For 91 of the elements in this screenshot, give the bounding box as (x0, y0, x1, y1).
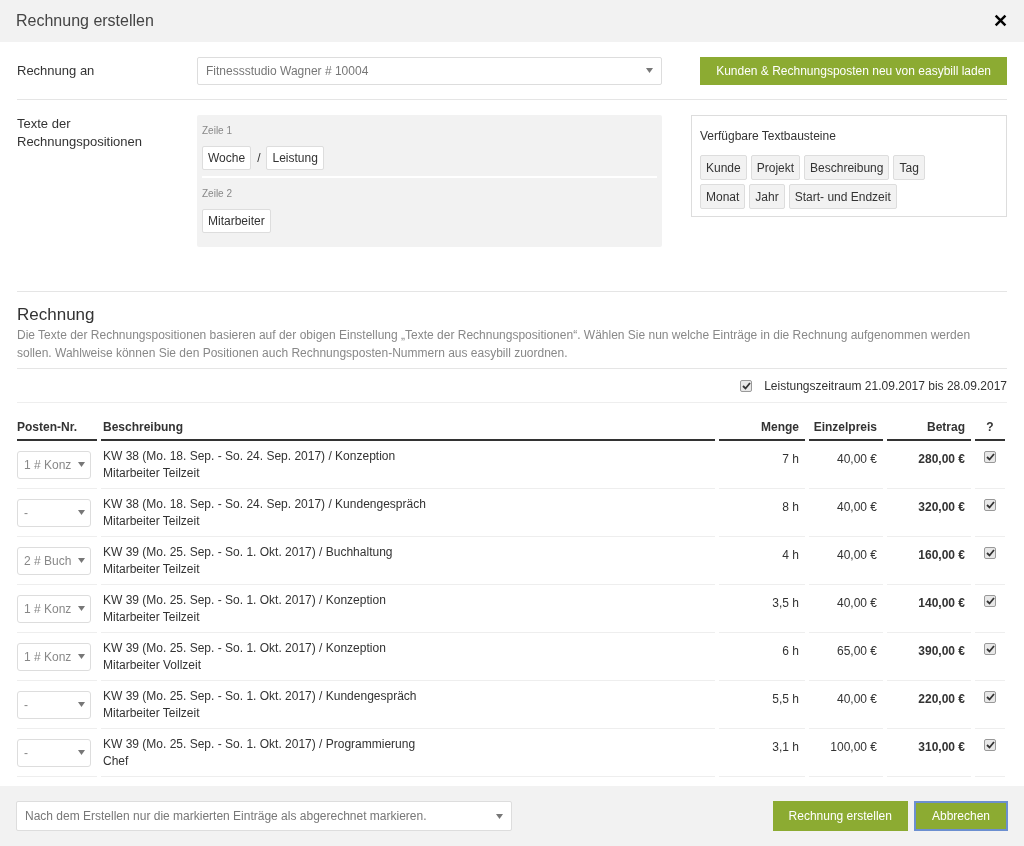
quantity-cell-text: 4 h (782, 547, 799, 564)
item-select[interactable]: 1 # Konz (17, 450, 91, 479)
panel-title: Verfügbare Textbausteine (700, 128, 837, 145)
caret-icon (496, 813, 503, 819)
caret-icon (78, 462, 85, 467)
column-header: Einzelpreis (809, 415, 883, 441)
item-select[interactable]: 2 # Buch (17, 546, 91, 575)
item-select[interactable]: - (17, 690, 91, 719)
caret-icon (646, 68, 653, 73)
caret-icon (78, 702, 85, 707)
amount-cell-text: 220,00 € (918, 691, 965, 708)
description-text: KW 39 (Mo. 25. Sep. - So. 1. Okt. 2017) / Programmierung (103, 735, 417, 753)
price-cell-text: 40,00 € (836, 547, 877, 564)
column-header: Betrag (887, 415, 971, 441)
close-button[interactable]: ✕ (993, 7, 1008, 35)
checkbox[interactable] (984, 643, 996, 655)
description-text: KW 38 (Mo. 18. Sep. - So. 24. Sep. 2017) / Kundengespräch (103, 495, 427, 513)
checkbox[interactable] (984, 739, 996, 751)
cancel-button[interactable]: Abbrechen (913, 801, 1008, 831)
quantity-cell-text: 7 h (782, 451, 799, 468)
checkbox[interactable] (984, 691, 996, 703)
column-header: Posten-Nr. (17, 415, 97, 441)
price-cell-text: 40,00 € (836, 451, 877, 468)
text-token[interactable]: Mitarbeiter (202, 209, 271, 233)
text-token[interactable]: Start- und Endzeit (788, 184, 897, 209)
text-token[interactable]: Jahr (749, 184, 785, 209)
quantity-cell-text: 3,5 h (772, 595, 799, 612)
item-select[interactable]: - (17, 738, 91, 767)
caret-icon (78, 750, 85, 755)
quantity-cell-text: 6 h (782, 643, 799, 660)
item-select[interactable]: - (17, 498, 91, 527)
create-invoice-button[interactable]: Rechnung erstellen (772, 801, 908, 831)
caret-icon (78, 558, 85, 563)
column-header: Menge (719, 415, 805, 441)
employee-text: Chef (103, 752, 130, 770)
description-text: KW 39 (Mo. 25. Sep. - So. 1. Okt. 2017) / Kundengespräch (103, 687, 418, 705)
amount-cell-text: 140,00 € (918, 595, 965, 612)
item-select[interactable]: 1 # Konz (17, 642, 91, 671)
separator-text: / (257, 150, 261, 167)
column-header: Beschreibung (101, 415, 715, 441)
checkbox[interactable] (984, 451, 996, 463)
text-token[interactable]: Kunde (700, 155, 747, 180)
description-text: KW 39 (Mo. 25. Sep. - So. 1. Okt. 2017) / Buchhaltung (103, 543, 394, 561)
customer-select[interactable]: Fitnessstudio Wagner # 10004 (197, 56, 662, 85)
field-label: Rechnung an (17, 61, 96, 80)
amount-cell-text: 310,00 € (918, 739, 965, 756)
quantity-cell-text: 5,5 h (772, 691, 799, 708)
price-cell-text: 40,00 € (836, 499, 877, 516)
line-label: Zeile 1 (202, 124, 233, 138)
text-token[interactable]: Tag (893, 155, 925, 180)
checkbox[interactable] (740, 379, 753, 392)
caret-icon (78, 654, 85, 659)
quantity-cell-text: 3,1 h (772, 739, 799, 756)
caret-icon (78, 510, 85, 515)
field-label: Texte der Rechnungspositionen (17, 115, 144, 151)
description-text: KW 39 (Mo. 25. Sep. - So. 1. Okt. 2017) / Konzeption (103, 639, 387, 657)
section-description: Die Texte der Rechnungspositionen basieren auf der obigen Einstellung „Texte der Rechnungspositionen“. Wählen Sie nun welche Einträge in die Rechnung aufgenommen werden sollen. Wahlweise können Sie den Positionen auch Rechnungsposten-Nummern aus easybill zuordnen. (17, 326, 1007, 369)
price-cell-text: 65,00 € (836, 643, 877, 660)
employee-text: Mitarbeiter Teilzeit (103, 704, 201, 722)
checkbox[interactable] (984, 547, 996, 559)
line-label: Zeile 2 (202, 187, 233, 201)
checkbox[interactable] (984, 595, 996, 607)
price-cell-text: 100,00 € (830, 739, 877, 756)
description-text: KW 39 (Mo. 25. Sep. - So. 1. Okt. 2017) / Konzeption (103, 591, 387, 609)
checkbox[interactable] (984, 499, 996, 511)
quantity-cell-text: 8 h (782, 499, 799, 516)
price-cell-text: 40,00 € (836, 691, 877, 708)
text-token[interactable]: Beschreibung (804, 155, 890, 180)
window-title: Rechnung erstellen (16, 11, 154, 31)
employee-text: Mitarbeiter Teilzeit (103, 560, 201, 578)
employee-text: Mitarbeiter Teilzeit (103, 512, 201, 530)
reload-button[interactable]: Kunden & Rechnungsposten neu von easybill laden (700, 56, 1007, 85)
employee-text: Mitarbeiter Vollzeit (103, 656, 203, 674)
text-token[interactable]: Monat (700, 184, 746, 209)
amount-cell-text: 320,00 € (918, 499, 965, 516)
description-text: KW 38 (Mo. 18. Sep. - So. 24. Sep. 2017) / Konzeption (103, 447, 397, 465)
column-header: ? (975, 415, 1005, 441)
mark-option-select[interactable]: Nach dem Erstellen nur die markierten Einträge als abgerechnet markieren. (16, 801, 512, 831)
section-title: Rechnung (17, 304, 96, 326)
employee-text: Mitarbeiter Teilzeit (103, 608, 201, 626)
price-cell-text: 40,00 € (836, 595, 877, 612)
period-label: Leistungszeitraum 21.09.2017 bis 28.09.2017 (764, 377, 1007, 395)
amount-cell-text: 280,00 € (918, 451, 965, 468)
amount-cell-text: 160,00 € (918, 547, 965, 564)
caret-icon (78, 606, 85, 611)
text-token[interactable]: Leistung (266, 146, 324, 170)
text-token[interactable]: Projekt (750, 155, 801, 180)
text-token[interactable]: Woche (202, 146, 252, 170)
employee-text: Mitarbeiter Teilzeit (103, 464, 201, 482)
amount-cell-text: 390,00 € (918, 643, 965, 660)
item-select[interactable]: 1 # Konz (17, 594, 91, 623)
